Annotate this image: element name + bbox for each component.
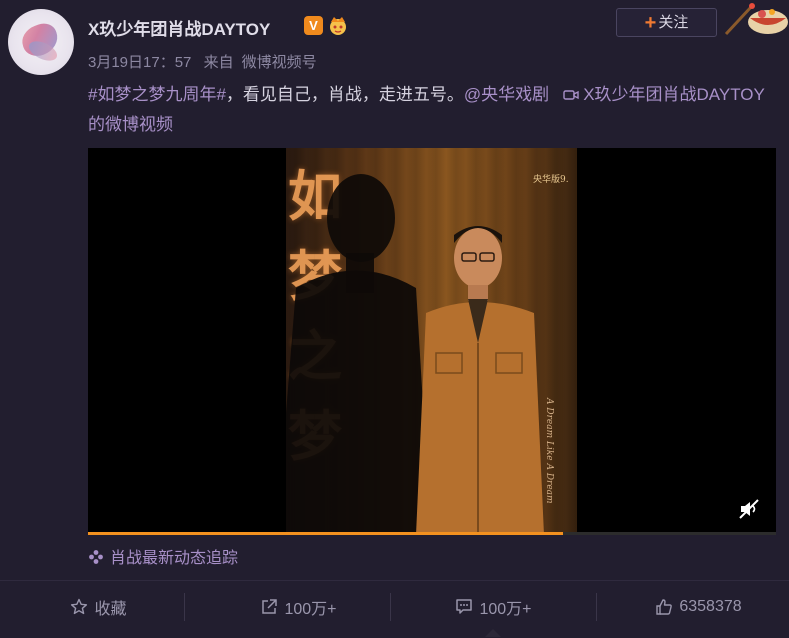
- star-icon: [71, 598, 88, 615]
- topic-tracker-link[interactable]: 肖战最新动态追踪: [88, 544, 238, 568]
- repost-button[interactable]: 100万+: [200, 581, 397, 633]
- production-logo: 央华版9.: [533, 175, 569, 185]
- favorite-button[interactable]: 收藏: [0, 581, 197, 633]
- follow-button[interactable]: + 关注: [616, 8, 717, 37]
- source-prefix: 来自: [203, 54, 234, 71]
- repost-count: 100万+: [284, 601, 337, 618]
- favorite-label: 收藏: [94, 601, 127, 618]
- post-source[interactable]: 微博视频号: [242, 54, 317, 71]
- thumbs-up-icon: [656, 599, 673, 615]
- verified-v-badge: V: [304, 16, 323, 35]
- video-player[interactable]: 如 梦 之 梦 央华版9.: [88, 148, 776, 535]
- comment-count: 100万+: [479, 601, 532, 618]
- video-camera-icon: [563, 90, 579, 100]
- festive-decoration-icon: [724, 3, 788, 36]
- post-meta: 3月19日17：57 来自 微博视频号: [88, 51, 325, 72]
- post-content: #如梦之梦九周年#，看见自己，肖战，走进五号。@央华戏剧 X玖少年团肖战DAYTO…: [88, 80, 778, 140]
- topic-flower-icon: [89, 550, 103, 564]
- video-progress-fill: [88, 532, 563, 535]
- post-timestamp[interactable]: 3月19日17：57: [88, 54, 191, 71]
- comment-icon: [456, 599, 473, 614]
- hashtag-link[interactable]: #如梦之梦九周年#: [88, 85, 226, 104]
- action-bar: 收藏 100万+ 100万+ 6358378: [0, 581, 789, 638]
- comment-expand-caret: [485, 629, 501, 637]
- action-separator: [596, 593, 597, 621]
- weibo-post-card: X玖少年团肖战DAYTOY V + 关注 3月19日17：57 来自 微博视频号 #…: [0, 0, 789, 638]
- action-separator: [184, 593, 185, 621]
- mention-link[interactable]: @央华戏剧: [464, 85, 549, 104]
- video-progress-bar[interactable]: [88, 532, 776, 535]
- action-separator: [390, 593, 391, 621]
- like-button[interactable]: 6358378: [600, 581, 789, 633]
- comment-button[interactable]: 100万+: [395, 581, 592, 633]
- english-title: A Dream Like A Dream: [544, 398, 554, 504]
- mute-icon[interactable]: [738, 498, 760, 520]
- username[interactable]: X玖少年团肖战DAYTOY: [88, 15, 270, 40]
- tracker-label: 肖战最新动态追踪: [110, 550, 239, 567]
- follow-label: 关注: [658, 14, 689, 31]
- like-count: 6358378: [679, 598, 742, 615]
- repost-icon: [262, 599, 278, 614]
- plus-icon: +: [644, 12, 657, 34]
- video-frame: 如 梦 之 梦 央华版9.: [286, 148, 577, 535]
- crown-member-icon: [330, 17, 346, 35]
- post-text: ，看见自己，肖战，走进五号。: [225, 85, 464, 104]
- avatar[interactable]: [8, 9, 74, 75]
